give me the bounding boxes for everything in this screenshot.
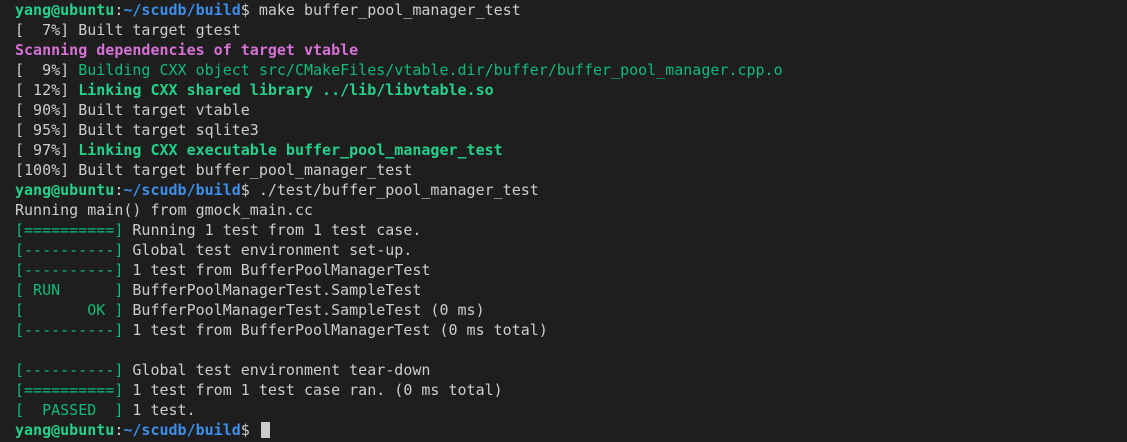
highlighted-output: [==========] bbox=[15, 221, 124, 239]
terminal-line: [==========] Running 1 test from 1 test … bbox=[15, 220, 1127, 240]
prompt-path: ~/scudb/build bbox=[123, 181, 241, 199]
terminal-line: [100%] Built target buffer_pool_manager_… bbox=[15, 160, 1127, 180]
prompt-user-host: yang@ubuntu bbox=[15, 181, 115, 199]
highlighted-output: [==========] bbox=[15, 381, 124, 399]
terminal-line: [----------] 1 test from BufferPoolManag… bbox=[15, 320, 1127, 340]
terminal-line: yang@ubuntu:~/scudb/build$ ./test/buffer… bbox=[15, 180, 1127, 200]
terminal-line: [==========] 1 test from 1 test case ran… bbox=[15, 380, 1127, 400]
terminal-text: 1 test from BufferPoolManagerTest (0 ms … bbox=[123, 321, 548, 339]
terminal-text: Global test environment tear-down bbox=[123, 361, 431, 379]
terminal-line: yang@ubuntu:~/scudb/build$ make buffer_p… bbox=[15, 0, 1127, 20]
prompt-user-host: yang@ubuntu bbox=[15, 421, 115, 439]
terminal-text: 1 test from 1 test case ran. (0 ms total… bbox=[123, 381, 503, 399]
highlighted-output: [ PASSED ] bbox=[15, 401, 124, 419]
terminal-line: [ 12%] Linking CXX shared library ../lib… bbox=[15, 80, 1127, 100]
highlighted-output: [ OK ] bbox=[15, 301, 124, 319]
terminal-line: [ 7%] Built target gtest bbox=[15, 20, 1127, 40]
terminal-text: 1 test from BufferPoolManagerTest bbox=[123, 261, 431, 279]
terminal-text: [ 90%] Built target vtable bbox=[15, 101, 250, 119]
terminal-text: $ make buffer_pool_manager_test bbox=[240, 1, 521, 19]
terminal-output: yang@ubuntu:~/scudb/build$ make buffer_p… bbox=[15, 0, 1127, 440]
terminal-text: [ 95%] Built target sqlite3 bbox=[15, 121, 259, 139]
terminal-line: [ RUN ] BufferPoolManagerTest.SampleTest bbox=[15, 280, 1127, 300]
terminal-text: Running 1 test from 1 test case. bbox=[123, 221, 422, 239]
terminal-text: [ 12%] bbox=[15, 81, 79, 99]
highlighted-output: [----------] bbox=[15, 361, 124, 379]
status-message: Scanning dependencies of target vtable bbox=[15, 41, 359, 59]
terminal-text: BufferPoolManagerTest.SampleTest (0 ms) bbox=[123, 301, 485, 319]
terminal-window[interactable]: yang@ubuntu:~/scudb/build$ make buffer_p… bbox=[0, 0, 1127, 442]
highlighted-output: [----------] bbox=[15, 261, 124, 279]
terminal-line: [ 9%] Building CXX object src/CMakeFiles… bbox=[15, 60, 1127, 80]
highlighted-output: Building CXX object src/CMakeFiles/vtabl… bbox=[78, 61, 783, 79]
highlighted-output: [ RUN ] bbox=[15, 281, 124, 299]
terminal-text: [100%] Built target buffer_pool_manager_… bbox=[15, 161, 413, 179]
terminal-line: [----------] Global test environment set… bbox=[15, 240, 1127, 260]
terminal-line: Scanning dependencies of target vtable bbox=[15, 40, 1127, 60]
highlighted-output: [----------] bbox=[15, 241, 124, 259]
terminal-text: Global test environment set-up. bbox=[123, 241, 413, 259]
terminal-line: yang@ubuntu:~/scudb/build$ bbox=[15, 420, 1127, 440]
prompt-user-host: yang@ubuntu bbox=[15, 1, 115, 19]
terminal-line: [----------] Global test environment tea… bbox=[15, 360, 1127, 380]
terminal-line: [ PASSED ] 1 test. bbox=[15, 400, 1127, 420]
terminal-line: [ 95%] Built target sqlite3 bbox=[15, 120, 1127, 140]
terminal-cursor[interactable] bbox=[260, 422, 270, 438]
terminal-text: 1 test. bbox=[123, 401, 196, 419]
terminal-text: BufferPoolManagerTest.SampleTest bbox=[123, 281, 422, 299]
terminal-line: [ OK ] BufferPoolManagerTest.SampleTest … bbox=[15, 300, 1127, 320]
prompt-path: ~/scudb/build bbox=[123, 1, 241, 19]
terminal-line: Running main() from gmock_main.cc bbox=[15, 200, 1127, 220]
highlighted-output: Linking CXX shared library ../lib/libvta… bbox=[78, 81, 494, 99]
highlighted-output: Linking CXX executable buffer_pool_manag… bbox=[78, 141, 503, 159]
terminal-text: [ 97%] bbox=[15, 141, 79, 159]
terminal-text: Running main() from gmock_main.cc bbox=[15, 201, 314, 219]
highlighted-output: [----------] bbox=[15, 321, 124, 339]
terminal-line: [ 90%] Built target vtable bbox=[15, 100, 1127, 120]
terminal-text: $ bbox=[240, 421, 259, 439]
terminal-text: [ 7%] Built target gtest bbox=[15, 21, 241, 39]
terminal-line: [ 97%] Linking CXX executable buffer_poo… bbox=[15, 140, 1127, 160]
terminal-text: $ ./test/buffer_pool_manager_test bbox=[240, 181, 539, 199]
terminal-line: [----------] 1 test from BufferPoolManag… bbox=[15, 260, 1127, 280]
terminal-text: [ 9%] bbox=[15, 61, 79, 79]
prompt-path: ~/scudb/build bbox=[123, 421, 241, 439]
